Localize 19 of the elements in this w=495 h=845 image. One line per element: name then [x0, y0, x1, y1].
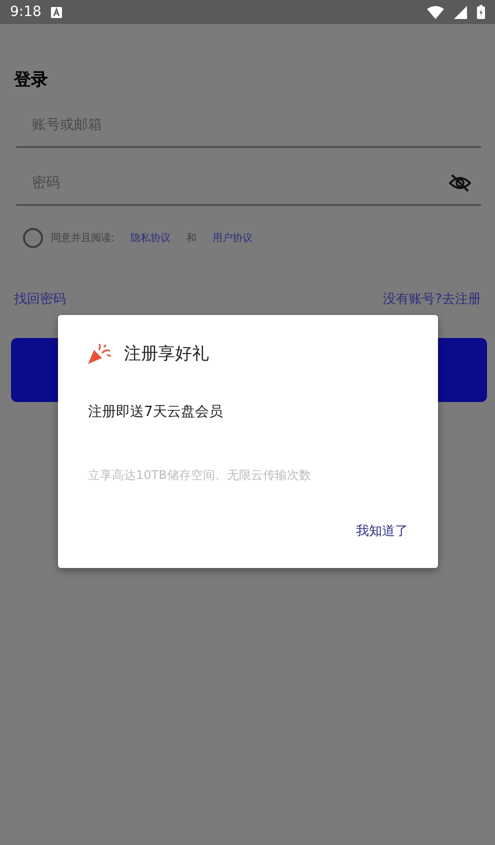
terms-link[interactable]: 用户协议 [212, 231, 252, 245]
party-popper-icon [88, 344, 112, 364]
forgot-password-link[interactable]: 找回密码 [14, 290, 66, 308]
privacy-link[interactable]: 隐私协议 [130, 231, 170, 245]
battery-icon [477, 5, 485, 19]
agree-label: 同意并且阅读: [51, 232, 114, 245]
signal-icon [454, 6, 467, 18]
wifi-icon [427, 6, 444, 18]
notification-icon [51, 6, 62, 18]
status-time: 9:18 [10, 4, 42, 20]
got-it-button[interactable]: 我知道了 [356, 518, 408, 544]
dialog-detail: 立享高达10TB储存空间、无限云传输次数 [88, 467, 312, 484]
register-link[interactable]: 没有账号?去注册 [383, 290, 481, 308]
agree-radio[interactable] [23, 228, 43, 248]
joiner-text: 和 [186, 232, 196, 245]
dialog-message: 注册即送7天云盘会员 [88, 403, 224, 421]
page-title: 登录 [14, 70, 48, 90]
eye-off-icon[interactable] [449, 174, 471, 192]
dialog-title: 注册享好礼 [124, 343, 209, 365]
